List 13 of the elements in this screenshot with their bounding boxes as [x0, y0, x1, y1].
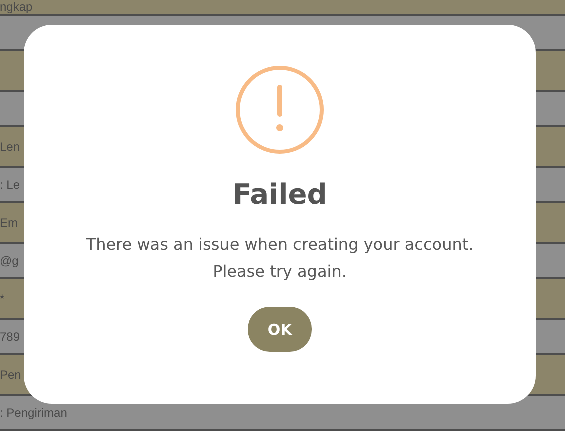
form-text: : Pengiriman [0, 406, 68, 420]
form-text: @g [0, 254, 19, 268]
form-text: : Le [0, 178, 20, 192]
form-text: Em [0, 216, 18, 230]
form-text: Pen [0, 368, 22, 382]
dialog-message: There was an issue when creating your account. Please try again. [85, 234, 475, 283]
ok-button[interactable]: OK [248, 307, 312, 352]
warning-icon [235, 65, 325, 155]
form-text: Len [0, 140, 20, 154]
dialog-title: Failed [232, 177, 328, 213]
form-text: ngkap [0, 0, 33, 14]
form-text: * [0, 292, 5, 306]
form-text: 789 [0, 330, 20, 344]
